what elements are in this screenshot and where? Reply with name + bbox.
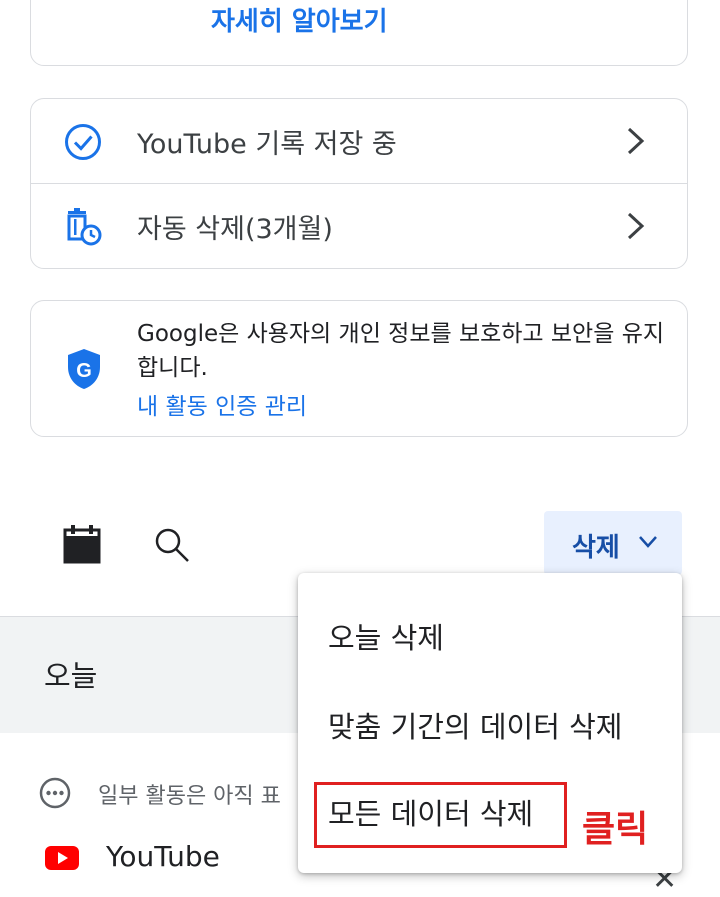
delete-dropdown-button[interactable]: 삭제 [544, 511, 682, 575]
history-settings-card: YouTube 기록 저장 중 자동 삭제(3개월) [30, 98, 688, 269]
pending-activity-notice: 일부 활동은 아직 표 [98, 784, 281, 809]
activity-app-name: YouTube [106, 840, 220, 873]
chevron-down-icon [639, 536, 657, 548]
autodelete-setting-row[interactable]: 자동 삭제(3개월) [31, 184, 687, 269]
chevron-right-icon [627, 212, 645, 240]
menu-item-delete-custom-range[interactable]: 맞춤 기간의 데이터 삭제 [328, 704, 622, 746]
search-icon[interactable] [153, 526, 191, 564]
calendar-icon[interactable] [63, 524, 101, 564]
chevron-right-icon [627, 127, 645, 155]
today-label: 오늘 [44, 659, 98, 693]
history-setting-label: YouTube 기록 저장 중 [137, 128, 397, 160]
youtube-icon [45, 846, 79, 870]
svg-text:G: G [76, 360, 92, 382]
auto-delete-icon [67, 208, 102, 246]
check-circle-icon [65, 124, 101, 160]
menu-item-delete-today[interactable]: 오늘 삭제 [328, 615, 444, 657]
history-setting-row[interactable]: YouTube 기록 저장 중 [31, 99, 687, 184]
click-annotation: 클릭 [582, 809, 649, 850]
google-shield-icon: G [68, 349, 100, 389]
learn-more-card: 자세히 알아보기 [30, 0, 688, 66]
highlight-box [314, 782, 567, 848]
privacy-text: Google은 사용자의 개인 정보를 보호하고 보안을 유지합니다. [137, 321, 665, 381]
autodelete-setting-label: 자동 삭제(3개월) [137, 214, 333, 245]
privacy-card: G Google은 사용자의 개인 정보를 보호하고 보안을 유지합니다. 내 … [30, 300, 688, 437]
more-horiz-circle-icon [39, 777, 71, 809]
manage-verification-link[interactable]: 내 활동 인증 관리 [137, 387, 307, 421]
learn-more-link[interactable]: 자세히 알아보기 [211, 1, 388, 38]
delete-button-label: 삭제 [572, 533, 620, 563]
